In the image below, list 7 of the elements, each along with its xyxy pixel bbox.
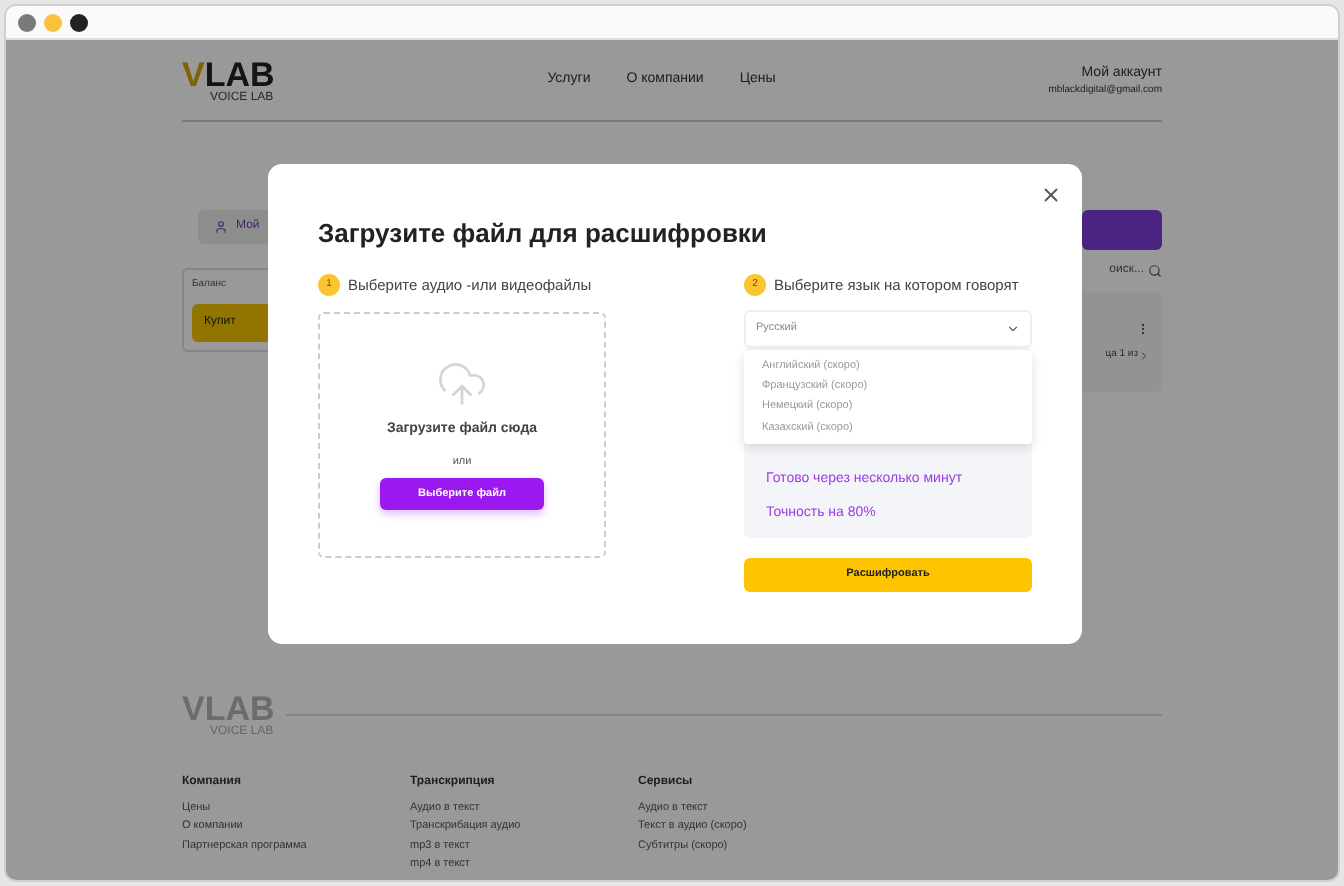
cloud-upload-icon — [436, 358, 488, 411]
user-icon — [214, 220, 228, 234]
close-button[interactable] — [1040, 184, 1062, 206]
chevron-down-icon — [1006, 321, 1020, 336]
dialog-title: Загрузите файл для расшифровки — [318, 216, 769, 252]
search-icon — [1148, 264, 1162, 278]
chevron-right-icon — [1138, 349, 1150, 361]
